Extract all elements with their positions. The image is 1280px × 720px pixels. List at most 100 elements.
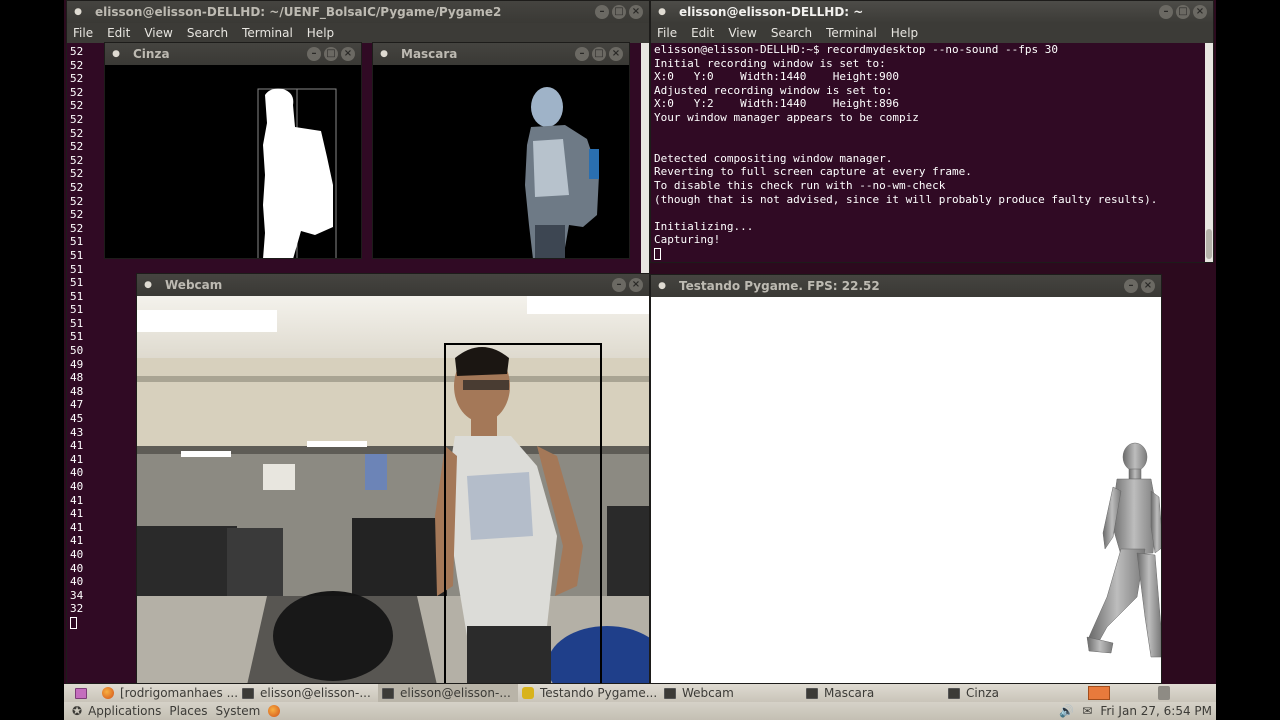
menu-edit[interactable]: Edit [691,26,714,40]
applications-menu[interactable]: ✪ Applications [64,702,165,720]
desktop: ● elisson@elisson-DELLHD: ~/UENF_BolsaIC… [64,0,1216,684]
3d-figure-image [1086,442,1161,658]
minimize-button[interactable]: – [1159,5,1173,19]
volume-control[interactable]: 🔊 [1055,702,1078,720]
task-label: Cinza [966,686,999,700]
task-label: elisson@elisson-... [260,686,371,700]
text-cursor [654,247,661,260]
close-button[interactable]: × [629,278,643,292]
menu-file[interactable]: File [73,26,93,40]
trash-icon [1158,686,1170,700]
terminal-window-right[interactable]: ● elisson@elisson-DELLHD: ~ – □ × File E… [650,0,1214,263]
menu-terminal[interactable]: Terminal [826,26,877,40]
minimize-button[interactable]: – [612,278,626,292]
window-title: Testando Pygame. FPS: 22.52 [679,279,880,293]
system-menu[interactable]: System [212,702,265,720]
mascara-window[interactable]: ● Mascara – □ × [372,42,630,259]
clock-label: Fri Jan 27, 6:54 PM [1100,704,1212,718]
minimize-button[interactable]: – [1124,279,1138,293]
window-title: Cinza [133,47,170,61]
maximize-button[interactable]: □ [1176,5,1190,19]
window-menu-icon[interactable]: ● [111,49,121,59]
titlebar[interactable]: ● Webcam – × [137,274,649,296]
mail-icon: ✉ [1082,704,1093,718]
pygame-canvas[interactable] [651,297,1161,683]
terminal-output[interactable]: elisson@elisson-DELLHD:~$ recordmydeskto… [651,43,1205,262]
task-terminal-1[interactable]: elisson@elisson-... [238,684,378,702]
menu-edit[interactable]: Edit [107,26,130,40]
terminal-text: elisson@elisson-DELLHD:~$ recordmydeskto… [654,43,1158,247]
scrollbar[interactable] [1205,43,1213,262]
minimize-button[interactable]: – [307,47,321,61]
task-firefox[interactable]: [rodrigomanhaes ... [98,684,238,702]
titlebar[interactable]: ● elisson@elisson-DELLHD: ~ – □ × [651,1,1213,23]
close-button[interactable]: × [341,47,355,61]
window-title: Mascara [401,47,458,61]
task-cinza[interactable]: Cinza [944,684,1084,702]
terminal-icon [382,687,394,699]
workspace-switcher-icon [1088,686,1110,700]
trash-button[interactable] [1114,684,1174,702]
maximize-button[interactable]: □ [324,47,338,61]
window-title: elisson@elisson-DELLHD: ~ [679,5,864,19]
menu-search[interactable]: Search [187,26,228,40]
task-webcam[interactable]: Webcam [660,684,802,702]
pygame-window[interactable]: ● Testando Pygame. FPS: 22.52 – × [650,274,1162,684]
menu-terminal[interactable]: Terminal [242,26,293,40]
menu-help[interactable]: Help [307,26,334,40]
task-label: Testando Pygame... [540,686,658,700]
close-button[interactable]: × [1141,279,1155,293]
scrollbar-thumb[interactable] [1206,229,1212,259]
window-menu-icon[interactable]: ● [143,280,153,290]
task-label: [rodrigomanhaes ... [120,686,238,700]
titlebar[interactable]: ● elisson@elisson-DELLHD: ~/UENF_BolsaIC… [67,1,649,23]
show-desktop-button[interactable] [64,684,98,702]
system-label: System [215,704,261,718]
mask-image [105,65,361,258]
applications-label: Applications [88,704,162,718]
minimize-button[interactable]: – [595,5,609,19]
task-label: Mascara [824,686,875,700]
webcam-window[interactable]: ● Webcam – × [136,273,650,684]
cinza-window[interactable]: ● Cinza – □ × [104,42,362,259]
window-title: elisson@elisson-DELLHD: ~/UENF_BolsaIC/P… [95,5,502,19]
masked-image [373,65,629,258]
task-mascara[interactable]: Mascara [802,684,944,702]
close-button[interactable]: × [629,5,643,19]
window-menu-icon[interactable]: ● [379,49,389,59]
titlebar[interactable]: ● Cinza – □ × [105,43,361,65]
maximize-button[interactable]: □ [592,47,606,61]
menu-help[interactable]: Help [891,26,918,40]
menu-file[interactable]: File [657,26,677,40]
window-menu-icon[interactable]: ● [657,281,667,291]
close-button[interactable]: × [609,47,623,61]
workspace-switcher[interactable] [1084,684,1114,702]
menu-view[interactable]: View [728,26,756,40]
maximize-button[interactable]: □ [612,5,626,19]
webcam-image [137,296,649,683]
task-pygame[interactable]: Testando Pygame... [518,684,660,702]
close-button[interactable]: × [1193,5,1207,19]
titlebar[interactable]: ● Mascara – □ × [373,43,629,65]
window-menu-icon[interactable]: ● [657,7,667,17]
firefox-icon [102,687,114,699]
task-terminal-2[interactable]: elisson@elisson-... [378,684,518,702]
window-icon [948,687,960,699]
masked-person-image [525,87,599,258]
mail-indicator[interactable]: ✉ [1078,702,1096,720]
places-label: Places [169,704,208,718]
window-title: Webcam [165,278,223,292]
window-menu-icon[interactable]: ● [73,7,83,17]
menubar: File Edit View Search Terminal Help [651,23,1213,43]
minimize-button[interactable]: – [575,47,589,61]
window-icon [806,687,818,699]
clock[interactable]: Fri Jan 27, 6:54 PM [1096,702,1216,720]
text-cursor [70,616,77,629]
titlebar[interactable]: ● Testando Pygame. FPS: 22.52 – × [651,275,1161,297]
firefox-launcher[interactable] [264,702,290,720]
menu-search[interactable]: Search [771,26,812,40]
places-menu[interactable]: Places [165,702,211,720]
task-label: Webcam [682,686,734,700]
menu-view[interactable]: View [144,26,172,40]
system-panel: ✪ Applications Places System 🔊 ✉ Fri Jan … [64,702,1216,720]
